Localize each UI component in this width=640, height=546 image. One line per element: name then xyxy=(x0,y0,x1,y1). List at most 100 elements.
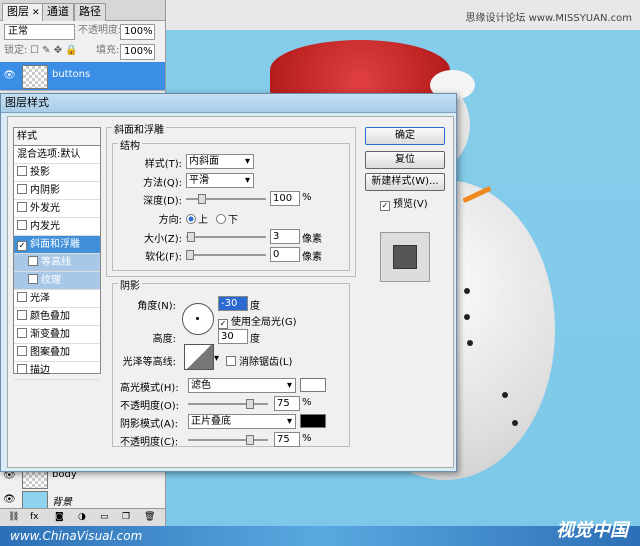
style-item-satin[interactable]: 光泽 xyxy=(14,290,100,308)
altitude-input[interactable]: 30 xyxy=(218,329,248,344)
ok-button[interactable]: 确定 xyxy=(365,127,445,145)
checkbox[interactable] xyxy=(17,328,27,338)
preview-checkbox[interactable]: ✓ 预览(V) xyxy=(380,195,428,211)
checkbox[interactable] xyxy=(17,310,27,320)
antialias-checkbox[interactable]: 消除锯齿(L) xyxy=(226,353,292,368)
size-label: 大小(Z): xyxy=(143,234,182,245)
slider-knob[interactable] xyxy=(186,250,194,260)
direction-down[interactable]: 下 xyxy=(216,211,238,226)
bevel-title: 斜面和浮雕 xyxy=(112,121,166,136)
angle-label: 角度(N): xyxy=(137,301,176,312)
checkbox[interactable] xyxy=(17,346,27,356)
chevron-down-icon[interactable]: ▾ xyxy=(214,353,219,364)
slider-knob[interactable] xyxy=(198,194,206,204)
shadow-opacity-slider[interactable] xyxy=(188,435,268,445)
soften-input[interactable]: 0 xyxy=(270,247,300,262)
eye-icon[interactable]: 👁 xyxy=(3,494,16,505)
style-item-outer-glow[interactable]: 外发光 xyxy=(14,200,100,218)
angle-input[interactable]: -30 xyxy=(218,296,248,311)
new-layer-icon[interactable]: ❐ xyxy=(122,512,130,522)
watermark-url: www.ChinaVisual.com xyxy=(10,529,143,543)
shadow-mode-select[interactable]: 正片叠底 ▾ xyxy=(188,414,296,429)
folder-icon[interactable]: ▭ xyxy=(100,512,109,522)
altitude-label: 高度: xyxy=(152,334,176,345)
soften-slider[interactable] xyxy=(186,250,266,260)
styles-header[interactable]: 样式 xyxy=(14,128,100,146)
reset-button[interactable]: 复位 xyxy=(365,151,445,169)
highlight-mode-select[interactable]: 滤色 ▾ xyxy=(188,378,296,393)
style-item-texture[interactable]: 纹理 xyxy=(14,272,100,290)
style-item-contour[interactable]: 等高线 xyxy=(14,254,100,272)
coal-button xyxy=(464,288,470,294)
depth-input[interactable]: 100 xyxy=(270,191,300,206)
checkbox[interactable] xyxy=(17,220,27,230)
adjust-icon[interactable]: ◑ xyxy=(78,512,86,522)
new-style-button[interactable]: 新建样式(W)... xyxy=(365,173,445,191)
checkbox[interactable] xyxy=(17,184,27,194)
contour-picker[interactable] xyxy=(184,344,214,370)
tab-paths[interactable]: 路径 xyxy=(74,3,106,21)
checkbox[interactable] xyxy=(28,274,38,284)
blend-mode-select[interactable]: 正常 xyxy=(4,24,75,40)
checkbox[interactable] xyxy=(28,256,38,266)
depth-slider[interactable] xyxy=(186,194,266,204)
layers-toolbar: ⛓ fx ◙ ◑ ▭ ❐ 🗑 xyxy=(0,508,165,527)
checkbox[interactable] xyxy=(17,202,27,212)
highlight-opacity-slider[interactable] xyxy=(188,399,268,409)
highlight-color-swatch[interactable] xyxy=(300,378,326,392)
close-icon[interactable]: ✕ xyxy=(32,8,40,18)
angle-dial[interactable] xyxy=(182,303,214,335)
shadow-opacity-input[interactable]: 75 xyxy=(274,432,300,447)
slider-knob[interactable] xyxy=(246,399,254,409)
checkbox-checked[interactable]: ✓ xyxy=(380,201,390,211)
size-slider[interactable] xyxy=(186,232,266,242)
checkbox-checked[interactable]: ✓ xyxy=(17,241,27,251)
style-item-inner-shadow[interactable]: 内阴影 xyxy=(14,182,100,200)
style-item-blending[interactable]: 混合选项:默认 xyxy=(14,146,100,164)
global-light-checkbox[interactable]: ✓ 使用全局光(G) xyxy=(218,313,297,329)
tab-layers[interactable]: 图层 ✕ xyxy=(2,3,45,21)
direction-up[interactable]: 上 xyxy=(186,211,208,226)
slider-knob[interactable] xyxy=(246,435,254,445)
style-item-inner-glow[interactable]: 内发光 xyxy=(14,218,100,236)
fill-input[interactable]: 100% xyxy=(120,44,155,60)
eye-icon[interactable]: 👁 xyxy=(3,70,16,81)
checkbox-checked[interactable]: ✓ xyxy=(218,319,228,329)
checkbox[interactable] xyxy=(17,292,27,302)
depth-label: 深度(D): xyxy=(143,196,182,207)
tab-channels[interactable]: 通道 xyxy=(42,3,74,21)
highlight-opacity-input[interactable]: 75 xyxy=(274,396,300,411)
layer-row[interactable]: 👁 背景 xyxy=(0,490,165,509)
size-input[interactable]: 3 xyxy=(270,229,300,244)
trash-icon[interactable]: 🗑 xyxy=(144,512,155,522)
highlight-mode-label: 高光模式(H): xyxy=(120,383,179,394)
style-item-stroke[interactable]: 描边 xyxy=(14,362,100,380)
structure-title: 结构 xyxy=(118,137,142,152)
layer-row[interactable]: 👁 buttons xyxy=(0,62,165,91)
style-item-color-overlay[interactable]: 颜色叠加 xyxy=(14,308,100,326)
style-item-bevel-emboss[interactable]: ✓ 斜面和浮雕 xyxy=(14,236,100,254)
slider-knob[interactable] xyxy=(187,232,195,242)
checkbox[interactable] xyxy=(226,356,236,366)
opacity-input[interactable]: 100% xyxy=(120,24,155,40)
shadow-opacity-label: 不透明度(C): xyxy=(120,437,179,448)
checkbox[interactable] xyxy=(17,364,27,374)
gloss-contour-label: 光泽等高线: xyxy=(122,357,176,368)
style-select[interactable]: 内斜面 ▾ xyxy=(186,154,254,169)
style-item-drop-shadow[interactable]: 投影 xyxy=(14,164,100,182)
chevron-down-icon: ▾ xyxy=(286,380,292,391)
technique-label: 方法(Q): xyxy=(142,178,182,189)
radio-selected[interactable] xyxy=(186,214,196,224)
fx-icon[interactable]: fx xyxy=(30,512,39,522)
mask-icon[interactable]: ◙ xyxy=(55,512,64,522)
layer-thumbnail xyxy=(22,65,48,89)
lock-icons[interactable]: ☐ ✎ ✥ 🔒 xyxy=(30,43,78,59)
style-item-gradient-overlay[interactable]: 渐变叠加 xyxy=(14,326,100,344)
coal-button xyxy=(464,314,470,320)
shadow-color-swatch[interactable] xyxy=(300,414,326,428)
radio[interactable] xyxy=(216,214,226,224)
checkbox[interactable] xyxy=(17,166,27,176)
link-icon[interactable]: ⛓ xyxy=(8,512,19,522)
style-item-pattern-overlay[interactable]: 图案叠加 xyxy=(14,344,100,362)
technique-select[interactable]: 平滑 ▾ xyxy=(186,173,254,188)
